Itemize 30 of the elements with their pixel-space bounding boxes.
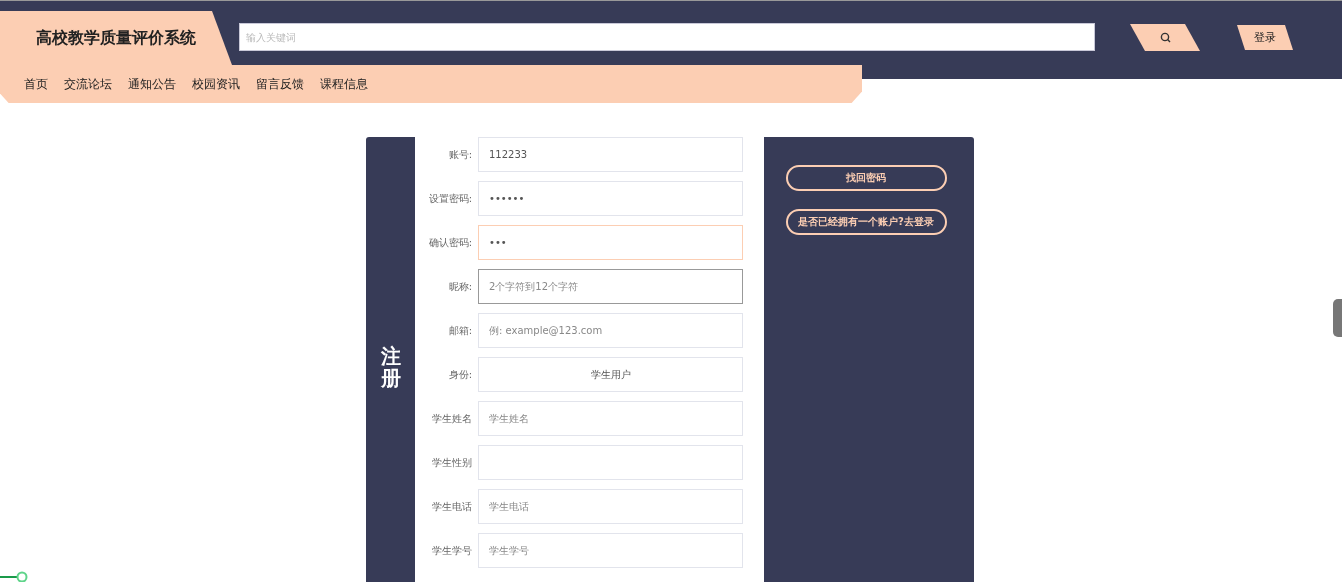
field-label: 设置密码: (427, 191, 472, 206)
slider-knob-drawing[interactable] (0, 570, 30, 582)
field-label: 学生电话 (431, 499, 472, 514)
search-icon (1159, 32, 1171, 43)
field-label: 学生姓名 (431, 411, 472, 426)
search-field[interactable]: 输入关键词 (239, 23, 1095, 51)
input-field[interactable]: •••••• (478, 181, 743, 216)
link-button[interactable]: 找回密码 (785, 165, 947, 191)
nav-link[interactable]: 留言反馈 (256, 75, 304, 93)
side-handle[interactable] (1333, 299, 1342, 337)
login-button[interactable]: 登录 (1237, 25, 1293, 50)
field-label: 学生性别 (431, 455, 472, 470)
field-label: 确认密码: (427, 235, 472, 250)
field-label: 学生学号 (431, 543, 472, 558)
field-label: 身份: (447, 367, 472, 382)
nav-link[interactable]: 通知公告 (128, 75, 176, 93)
nav-link[interactable]: 校园资讯 (192, 75, 240, 93)
input-field[interactable]: ••• (478, 225, 743, 260)
site-title: 高校教学质量评价系统 (0, 11, 232, 65)
nav-link[interactable]: 课程信息 (320, 75, 368, 93)
select-field[interactable]: 学生用户 (478, 357, 743, 392)
field-label: 邮箱: (447, 323, 472, 338)
field-label: 昵称: (447, 279, 472, 294)
input-field[interactable]: 112233 (478, 137, 743, 172)
input-field[interactable]: 2个字符到12个字符 (478, 269, 743, 304)
register-title: 注册 (380, 345, 401, 389)
nav-link[interactable]: 首页 (24, 75, 48, 93)
field-label: 账号: (447, 147, 472, 162)
nav-link[interactable]: 交流论坛 (64, 75, 112, 93)
link-button[interactable]: 是否已经拥有一个账户?去登录 (785, 209, 947, 235)
